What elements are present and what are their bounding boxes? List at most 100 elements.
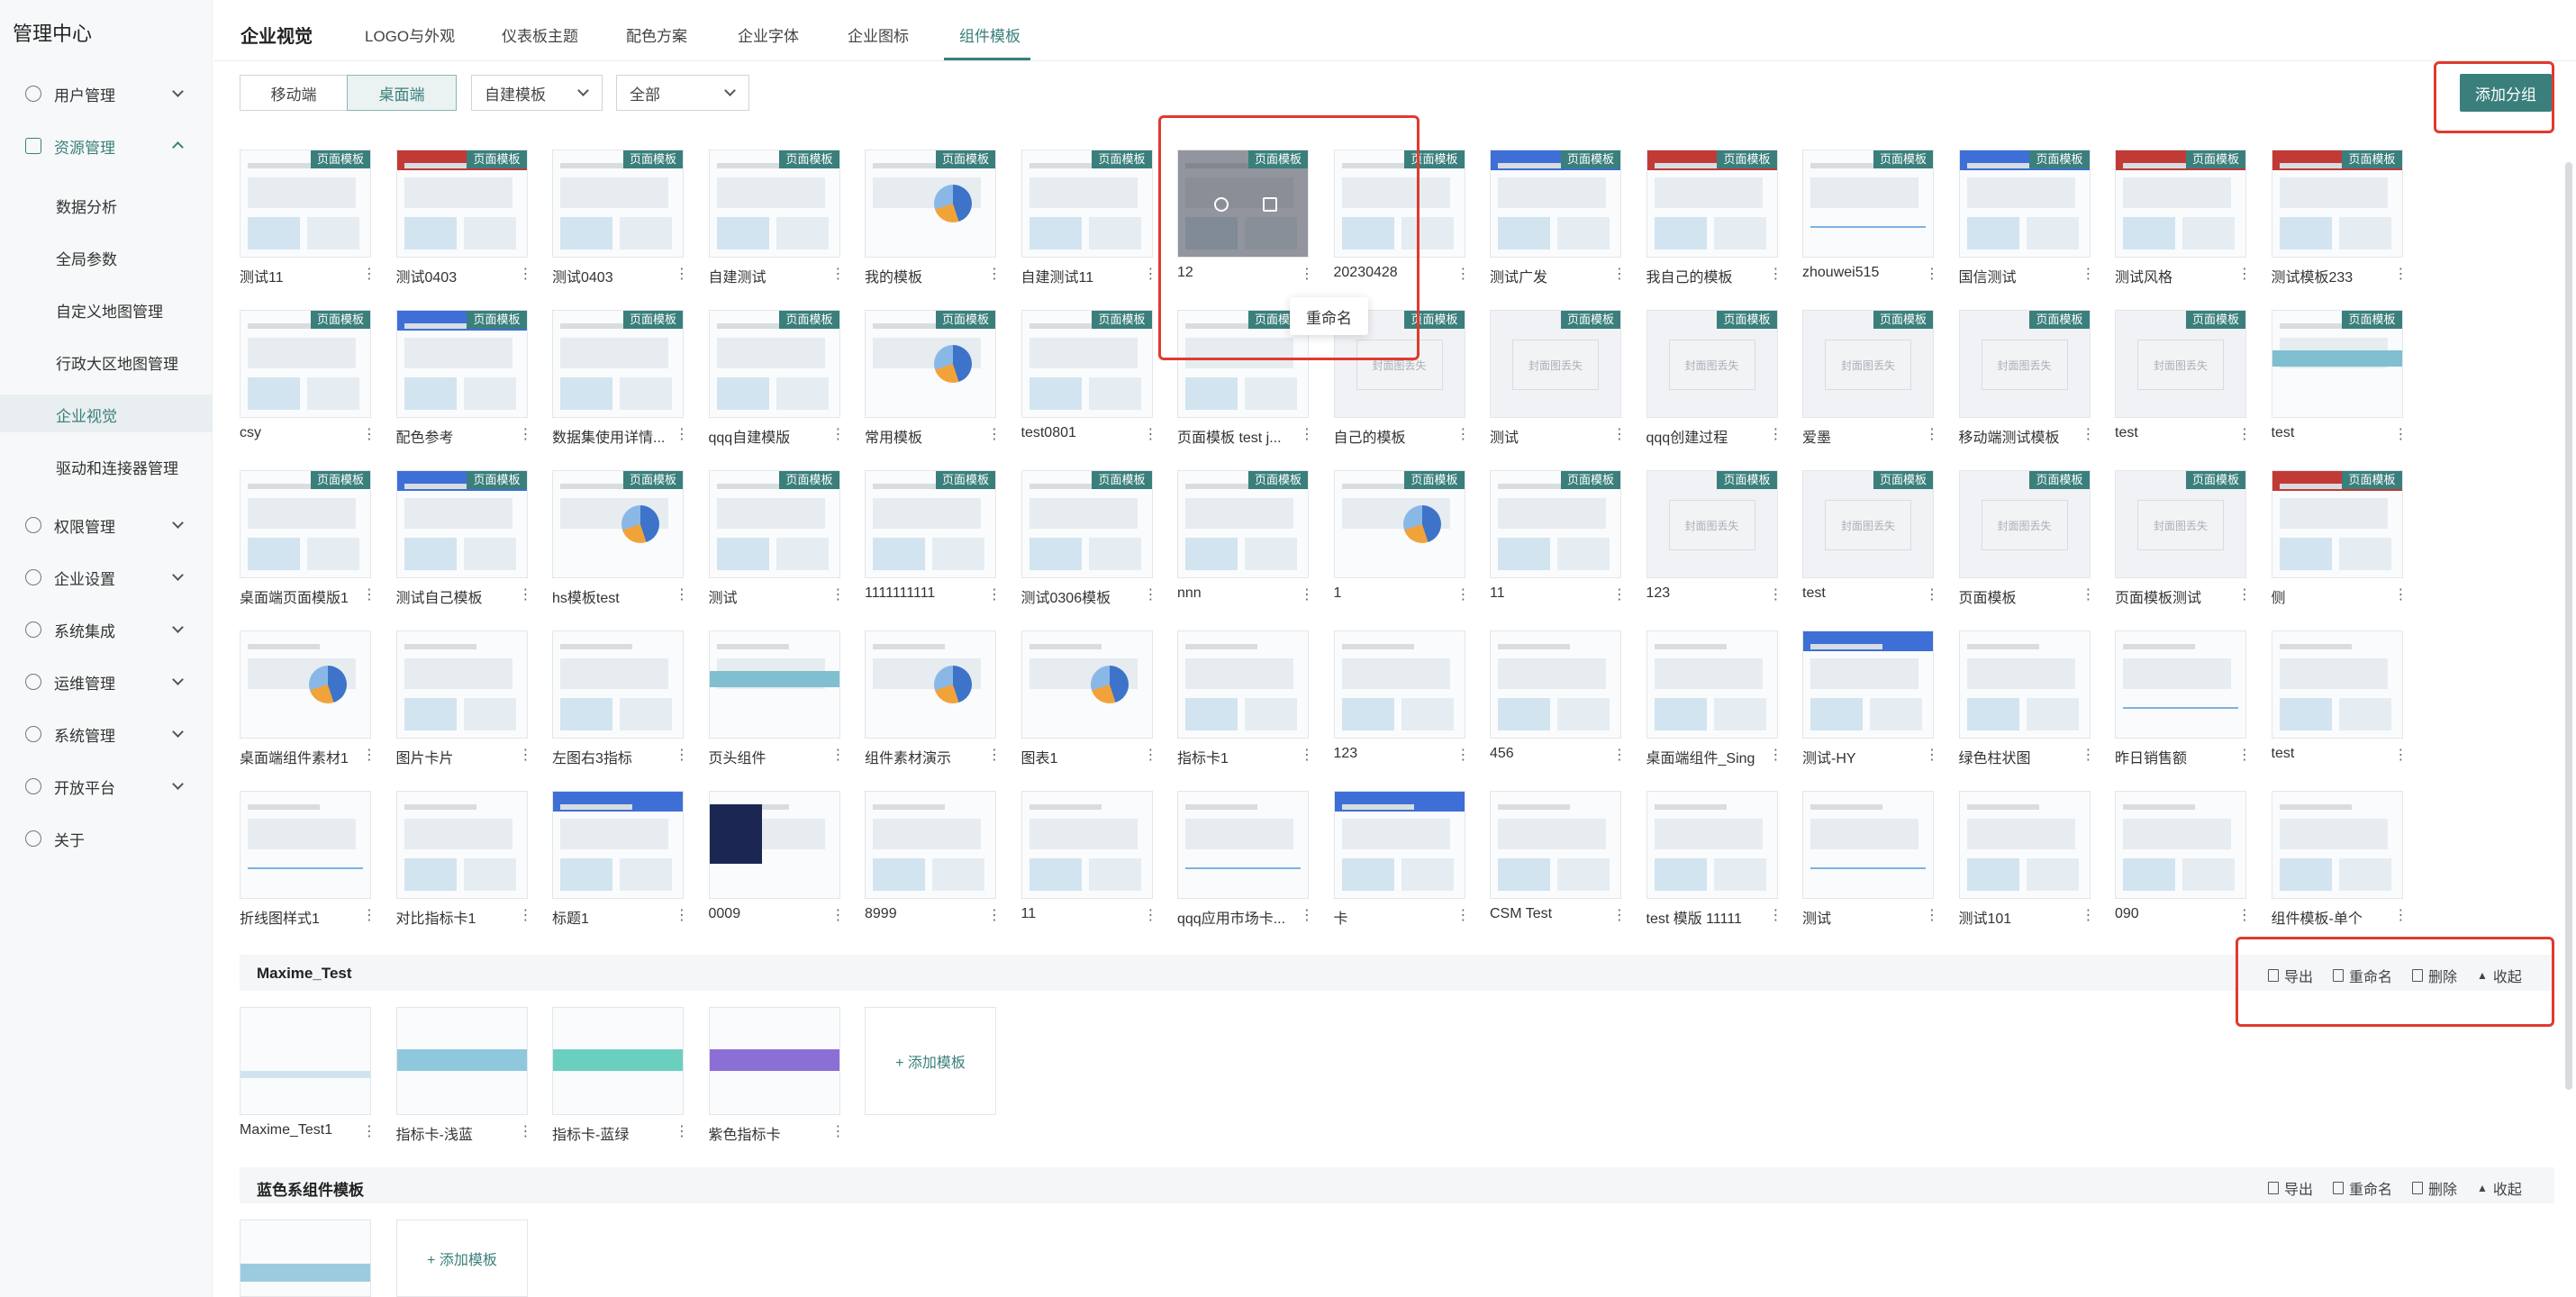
template-card[interactable]: 页面模板 国信测试 ⋮ — [1958, 150, 2096, 286]
more-icon[interactable]: ⋮ — [675, 265, 689, 283]
template-thumbnail[interactable] — [395, 791, 528, 899]
sidebar-item-enterprise-settings[interactable]: 企业设置 — [0, 559, 213, 595]
template-card[interactable]: 页头组件 ⋮ — [708, 630, 846, 766]
template-thumbnail[interactable] — [1177, 630, 1309, 739]
more-icon[interactable]: ⋮ — [1612, 585, 1627, 603]
sidebar-sub-custom-map[interactable]: 自定义地图管理 — [56, 299, 163, 322]
more-icon[interactable]: ⋮ — [1144, 746, 1158, 764]
template-card[interactable]: test 模版 11111 ⋮ — [1646, 791, 1783, 927]
template-thumbnail[interactable]: 页面模板 — [240, 310, 371, 418]
template-thumbnail[interactable] — [865, 630, 996, 739]
template-thumbnail[interactable]: 页面模板 — [1020, 310, 1153, 418]
template-thumbnail[interactable]: 页面模板 — [395, 310, 528, 418]
template-card[interactable]: 页面模板 测试风格 ⋮ — [2115, 150, 2252, 286]
more-icon[interactable]: ⋮ — [1300, 585, 1314, 603]
template-card[interactable]: 封面图丢失 页面模板 页面模板测试 ⋮ — [2115, 470, 2252, 606]
more-icon[interactable]: ⋮ — [987, 265, 1002, 283]
template-thumbnail[interactable] — [240, 630, 371, 739]
template-thumbnail[interactable] — [395, 630, 528, 739]
template-card[interactable]: 页面模板 测试 ⋮ — [708, 470, 846, 606]
template-thumbnail[interactable]: 页面模板 — [240, 470, 371, 578]
scope-select[interactable]: 全部 — [616, 75, 749, 111]
template-thumbnail[interactable]: 页面模板 — [865, 310, 996, 418]
template-thumbnail[interactable]: 页面模板 — [1646, 150, 1778, 258]
template-card[interactable]: 封面图丢失 页面模板 qqq创建过程 ⋮ — [1646, 310, 1783, 446]
template-thumbnail[interactable]: 页面模板 — [1490, 470, 1621, 578]
more-icon[interactable]: ⋮ — [1456, 585, 1471, 603]
more-icon[interactable]: ⋮ — [831, 746, 846, 764]
template-card[interactable]: 页面模板 1 ⋮ — [1333, 470, 1471, 603]
more-icon[interactable]: ⋮ — [2394, 746, 2408, 764]
template-thumbnail[interactable]: 页面模板 — [552, 470, 684, 578]
template-thumbnail[interactable] — [1020, 630, 1153, 739]
sidebar-item-resource-management[interactable]: 资源管理 — [0, 128, 213, 164]
template-thumbnail[interactable] — [1802, 791, 1934, 899]
more-icon[interactable]: ⋮ — [2237, 906, 2252, 924]
more-icon[interactable]: ⋮ — [1612, 425, 1627, 443]
more-icon[interactable]: ⋮ — [675, 746, 689, 764]
template-card[interactable]: Maxime_Test1 ⋮ — [240, 1007, 376, 1139]
template-thumbnail[interactable]: 页面模板 — [1020, 150, 1153, 258]
tab-enterprise-icon[interactable]: 企业图标 — [848, 23, 909, 46]
template-thumbnail[interactable]: 页面模板 — [1958, 150, 2091, 258]
more-icon[interactable]: ⋮ — [987, 906, 1002, 924]
sidebar-item-open-platform[interactable]: 开放平台 — [0, 768, 213, 804]
template-card[interactable]: 桌面端组件_Sing ⋮ — [1646, 630, 1783, 766]
more-icon[interactable]: ⋮ — [1300, 746, 1314, 764]
template-card[interactable]: 页面模板 数据集使用详情... ⋮ — [552, 310, 689, 446]
template-thumbnail[interactable]: 页面模板 — [2115, 150, 2246, 258]
template-thumbnail[interactable] — [1333, 630, 1465, 739]
template-thumbnail[interactable] — [708, 1007, 840, 1115]
template-thumbnail[interactable] — [552, 630, 684, 739]
more-icon[interactable]: ⋮ — [1612, 746, 1627, 764]
template-thumbnail[interactable] — [552, 791, 684, 899]
more-icon[interactable]: ⋮ — [362, 425, 376, 443]
template-thumbnail[interactable] — [395, 1007, 528, 1115]
tab-color-scheme[interactable]: 配色方案 — [626, 23, 687, 46]
template-thumbnail[interactable]: 页面模板 — [552, 150, 684, 258]
sidebar-sub-drivers[interactable]: 驱动和连接器管理 — [56, 456, 178, 478]
template-card[interactable]: 封面图丢失 页面模板 123 ⋮ — [1646, 470, 1783, 603]
template-card[interactable]: 页面模板 测试11 ⋮ — [240, 150, 376, 286]
template-thumbnail[interactable] — [708, 791, 840, 899]
template-card[interactable]: 090 ⋮ — [2115, 791, 2252, 923]
more-icon[interactable]: ⋮ — [1612, 906, 1627, 924]
more-icon[interactable]: ⋮ — [831, 425, 846, 443]
template-thumbnail[interactable]: 页面模板 — [1177, 470, 1309, 578]
more-icon[interactable]: ⋮ — [1769, 425, 1783, 443]
more-icon[interactable]: ⋮ — [1925, 906, 1939, 924]
template-thumbnail[interactable]: 页面模板 — [865, 150, 996, 258]
more-icon[interactable]: ⋮ — [2082, 746, 2096, 764]
template-card[interactable]: 页面模板 11 ⋮ — [1490, 470, 1627, 603]
template-card[interactable]: 页面模板 nnn ⋮ — [1177, 470, 1314, 603]
template-card[interactable]: 卡 ⋮ — [1333, 791, 1471, 927]
add-template-button[interactable]: + 添加模板 — [865, 1007, 996, 1115]
template-card[interactable]: 指标卡-蓝绿 ⋮ — [552, 1007, 689, 1143]
sidebar-item-permission[interactable]: 权限管理 — [0, 507, 213, 543]
template-thumbnail[interactable]: 页面模板 — [1490, 150, 1621, 258]
more-icon[interactable]: ⋮ — [1300, 425, 1314, 443]
template-type-select[interactable]: 自建模板 — [471, 75, 603, 111]
template-thumbnail[interactable] — [708, 630, 840, 739]
template-thumbnail[interactable]: 页面模板 — [1333, 470, 1465, 578]
template-thumbnail[interactable]: 封面图丢失 页面模板 — [1958, 470, 2091, 578]
more-icon[interactable]: ⋮ — [519, 906, 533, 924]
template-card[interactable]: 折线图样式1 ⋮ — [240, 791, 376, 927]
more-icon[interactable]: ⋮ — [1769, 746, 1783, 764]
more-icon[interactable]: ⋮ — [831, 585, 846, 603]
template-card[interactable]: 对比指标卡1 ⋮ — [395, 791, 533, 927]
template-card[interactable]: 页面模板 zhouwei515 ⋮ — [1802, 150, 1939, 282]
template-thumbnail[interactable]: 页面模板 — [240, 150, 371, 258]
sidebar-sub-data-analysis[interactable]: 数据分析 — [56, 195, 117, 217]
desktop-toggle[interactable]: 桌面端 — [347, 75, 457, 111]
template-card[interactable]: 封面图丢失 页面模板 移动端测试模板 ⋮ — [1958, 310, 2096, 446]
more-icon[interactable]: ⋮ — [1925, 585, 1939, 603]
template-card[interactable]: 11 ⋮ — [1020, 791, 1158, 923]
template-card[interactable]: 测试 ⋮ — [1802, 791, 1939, 927]
template-thumbnail[interactable] — [1490, 630, 1621, 739]
template-thumbnail[interactable] — [240, 1007, 371, 1115]
template-card[interactable]: 页面模板 自建测试11 ⋮ — [1020, 150, 1158, 286]
more-icon[interactable]: ⋮ — [519, 1122, 533, 1140]
more-icon[interactable]: ⋮ — [987, 425, 1002, 443]
template-card[interactable]: 页面模板 我的模板 ⋮ — [865, 150, 1002, 286]
